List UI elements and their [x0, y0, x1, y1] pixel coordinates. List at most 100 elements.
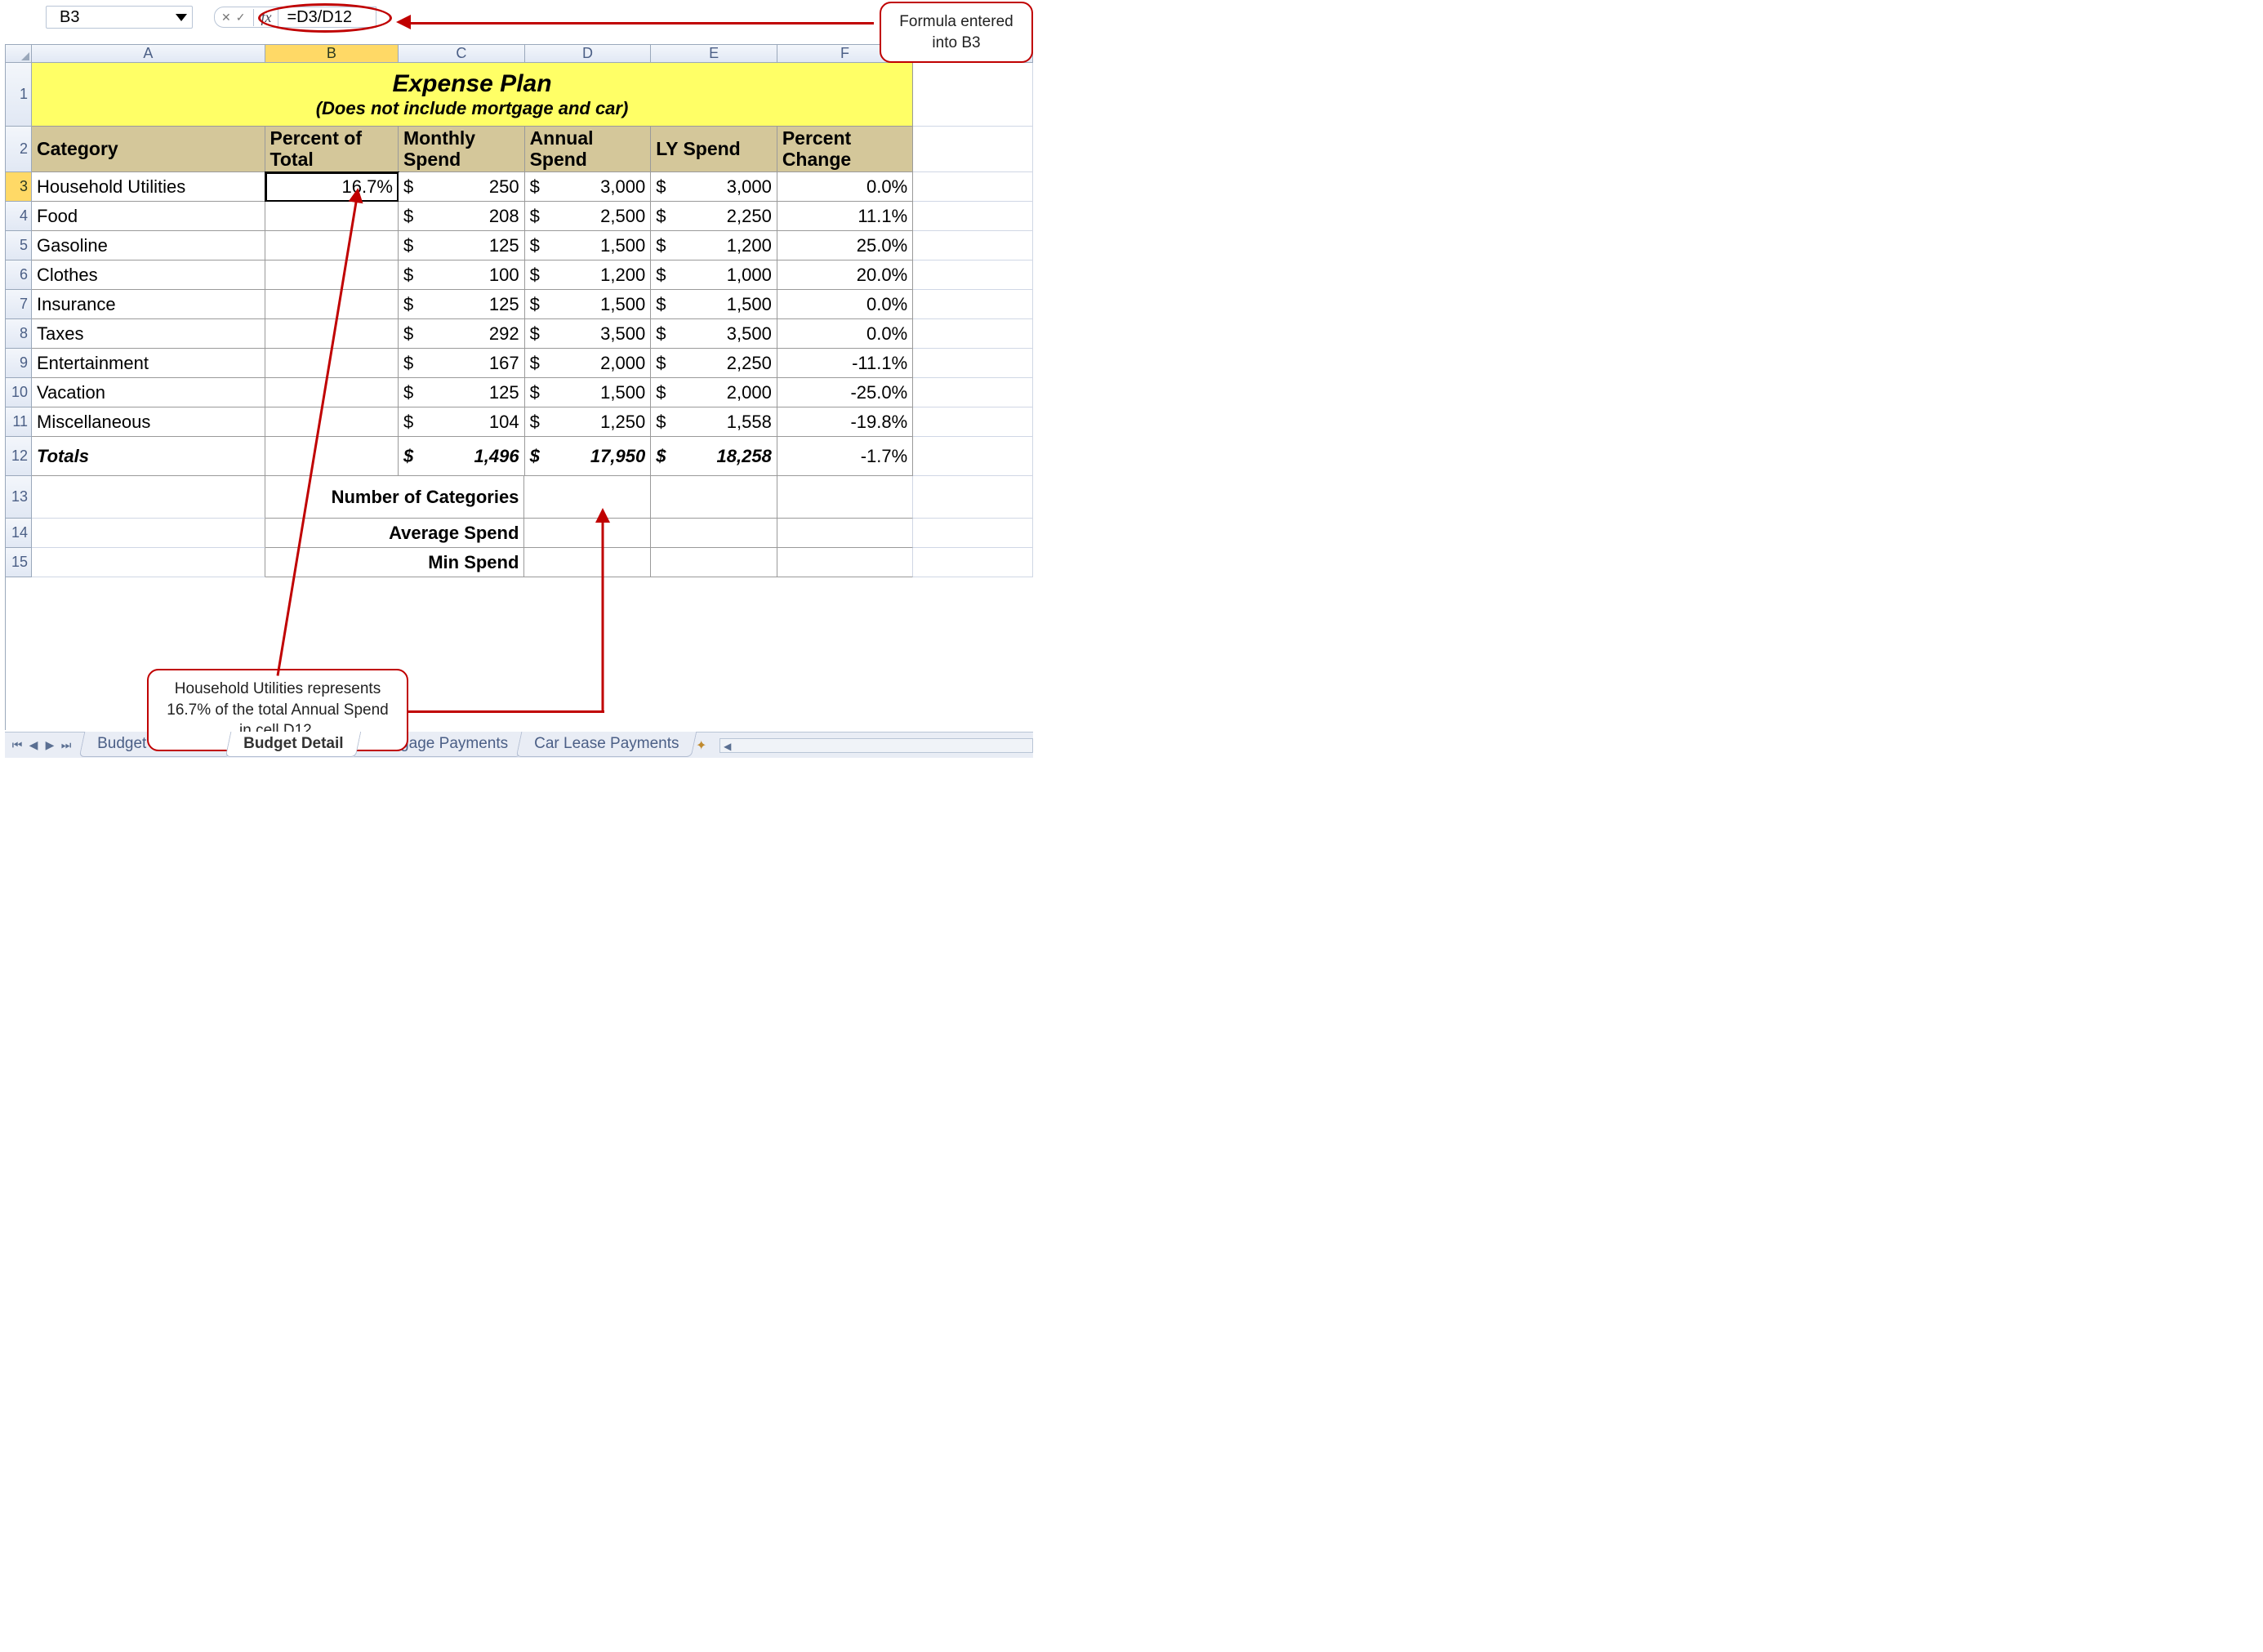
cell-monthly[interactable]: $125: [399, 231, 525, 260]
cell-F14[interactable]: [777, 519, 913, 548]
cell-G15[interactable]: [913, 548, 1033, 577]
row-header-13[interactable]: 13: [6, 476, 32, 519]
tab-prev-icon[interactable]: ◀: [26, 738, 41, 753]
cell-ly[interactable]: $1,200: [651, 231, 777, 260]
cell-category[interactable]: Household Utilities: [32, 172, 265, 202]
row-header-2[interactable]: 2: [6, 127, 32, 172]
cell-category[interactable]: Vacation: [32, 378, 265, 407]
cell-category[interactable]: Clothes: [32, 260, 265, 290]
cell-D14[interactable]: [524, 519, 651, 548]
cell-monthly[interactable]: $292: [399, 319, 525, 349]
cell-A13[interactable]: [32, 476, 265, 519]
cell-ly[interactable]: $3,500: [651, 319, 777, 349]
cell-change[interactable]: 11.1%: [777, 202, 913, 231]
row-header-12[interactable]: 12: [6, 437, 32, 476]
cell-G13[interactable]: [913, 476, 1033, 519]
cell-empty[interactable]: [913, 231, 1033, 260]
cell-D15[interactable]: [524, 548, 651, 577]
cell-empty[interactable]: [913, 378, 1033, 407]
cell-B12[interactable]: [265, 437, 399, 476]
cell-empty[interactable]: [913, 172, 1033, 202]
cell-category[interactable]: Taxes: [32, 319, 265, 349]
cell-category[interactable]: Miscellaneous: [32, 407, 265, 437]
horizontal-scrollbar[interactable]: ◀: [719, 738, 1033, 753]
cell-empty[interactable]: [913, 349, 1033, 378]
row-header-8[interactable]: 8: [6, 319, 32, 349]
cell-empty[interactable]: [913, 260, 1033, 290]
row-header-14[interactable]: 14: [6, 519, 32, 548]
cell-pct[interactable]: 16.7%: [265, 172, 399, 202]
cell-change[interactable]: -11.1%: [777, 349, 913, 378]
cell-change[interactable]: 25.0%: [777, 231, 913, 260]
cell-annual[interactable]: $3,000: [525, 172, 652, 202]
cell-E15[interactable]: [651, 548, 777, 577]
sheet-tab[interactable]: Budget Detail: [225, 732, 362, 757]
cell-empty[interactable]: [913, 290, 1033, 319]
cell-totals-change[interactable]: -1.7%: [777, 437, 913, 476]
row-header-3[interactable]: 3: [6, 172, 32, 202]
cell-annual[interactable]: $1,200: [525, 260, 652, 290]
col-header-B[interactable]: B: [265, 45, 399, 63]
row-header-5[interactable]: 5: [6, 231, 32, 260]
header-change[interactable]: Percent Change: [777, 127, 913, 172]
cell-monthly[interactable]: $125: [399, 290, 525, 319]
cell-pct[interactable]: [265, 378, 399, 407]
row-header-10[interactable]: 10: [6, 378, 32, 407]
cell-min-spend-label[interactable]: Min Spend: [265, 548, 525, 577]
cell-change[interactable]: 0.0%: [777, 290, 913, 319]
cell-annual[interactable]: $3,500: [525, 319, 652, 349]
cell-monthly[interactable]: $104: [399, 407, 525, 437]
cell-change[interactable]: -19.8%: [777, 407, 913, 437]
cell-empty[interactable]: [913, 407, 1033, 437]
col-header-D[interactable]: D: [525, 45, 652, 63]
cell-change[interactable]: -25.0%: [777, 378, 913, 407]
cell-annual[interactable]: $1,500: [525, 378, 652, 407]
enter-formula-icon[interactable]: ✓: [236, 11, 246, 24]
cell-totals-label[interactable]: Totals: [32, 437, 265, 476]
cell-E13[interactable]: [651, 476, 777, 519]
cell-annual[interactable]: $1,250: [525, 407, 652, 437]
name-box[interactable]: B3: [46, 6, 193, 29]
header-monthly[interactable]: Monthly Spend: [399, 127, 525, 172]
header-category[interactable]: Category: [32, 127, 265, 172]
cell-G12[interactable]: [913, 437, 1033, 476]
cell-ly[interactable]: $3,000: [651, 172, 777, 202]
cell-change[interactable]: 0.0%: [777, 319, 913, 349]
cell-annual[interactable]: $2,500: [525, 202, 652, 231]
sheet-tab[interactable]: Car Lease Payments: [516, 732, 697, 757]
cell-ly[interactable]: $2,000: [651, 378, 777, 407]
cell-G2[interactable]: [913, 127, 1033, 172]
cell-ly[interactable]: $1,558: [651, 407, 777, 437]
cell-A14[interactable]: [32, 519, 265, 548]
cell-D13[interactable]: [524, 476, 651, 519]
cell-totals-annual[interactable]: $17,950: [525, 437, 652, 476]
row-header-7[interactable]: 7: [6, 290, 32, 319]
cell-F13[interactable]: [777, 476, 913, 519]
cell-ly[interactable]: $1,000: [651, 260, 777, 290]
cell-empty[interactable]: [913, 319, 1033, 349]
cancel-formula-icon[interactable]: ✕: [221, 11, 231, 24]
scroll-left-icon[interactable]: ◀: [720, 740, 735, 753]
cell-pct[interactable]: [265, 260, 399, 290]
header-ly[interactable]: LY Spend: [651, 127, 777, 172]
row-header-15[interactable]: 15: [6, 548, 32, 577]
row-header-6[interactable]: 6: [6, 260, 32, 290]
cell-monthly[interactable]: $125: [399, 378, 525, 407]
cell-annual[interactable]: $1,500: [525, 290, 652, 319]
col-header-A[interactable]: A: [32, 45, 265, 63]
header-annual[interactable]: Annual Spend: [525, 127, 652, 172]
row-header-1[interactable]: 1: [6, 63, 32, 127]
row-header-11[interactable]: 11: [6, 407, 32, 437]
tab-first-icon[interactable]: ⏮: [10, 738, 25, 753]
cell-totals-monthly[interactable]: $1,496: [399, 437, 525, 476]
cell-pct[interactable]: [265, 231, 399, 260]
col-header-C[interactable]: C: [399, 45, 525, 63]
row-header-4[interactable]: 4: [6, 202, 32, 231]
cell-G1[interactable]: [913, 63, 1033, 127]
cell-empty[interactable]: [913, 202, 1033, 231]
cell-totals-ly[interactable]: $18,258: [651, 437, 777, 476]
cell-ly[interactable]: $2,250: [651, 202, 777, 231]
cell-A15[interactable]: [32, 548, 265, 577]
cell-ly[interactable]: $1,500: [651, 290, 777, 319]
cell-title[interactable]: Expense Plan (Does not include mortgage …: [32, 63, 913, 127]
